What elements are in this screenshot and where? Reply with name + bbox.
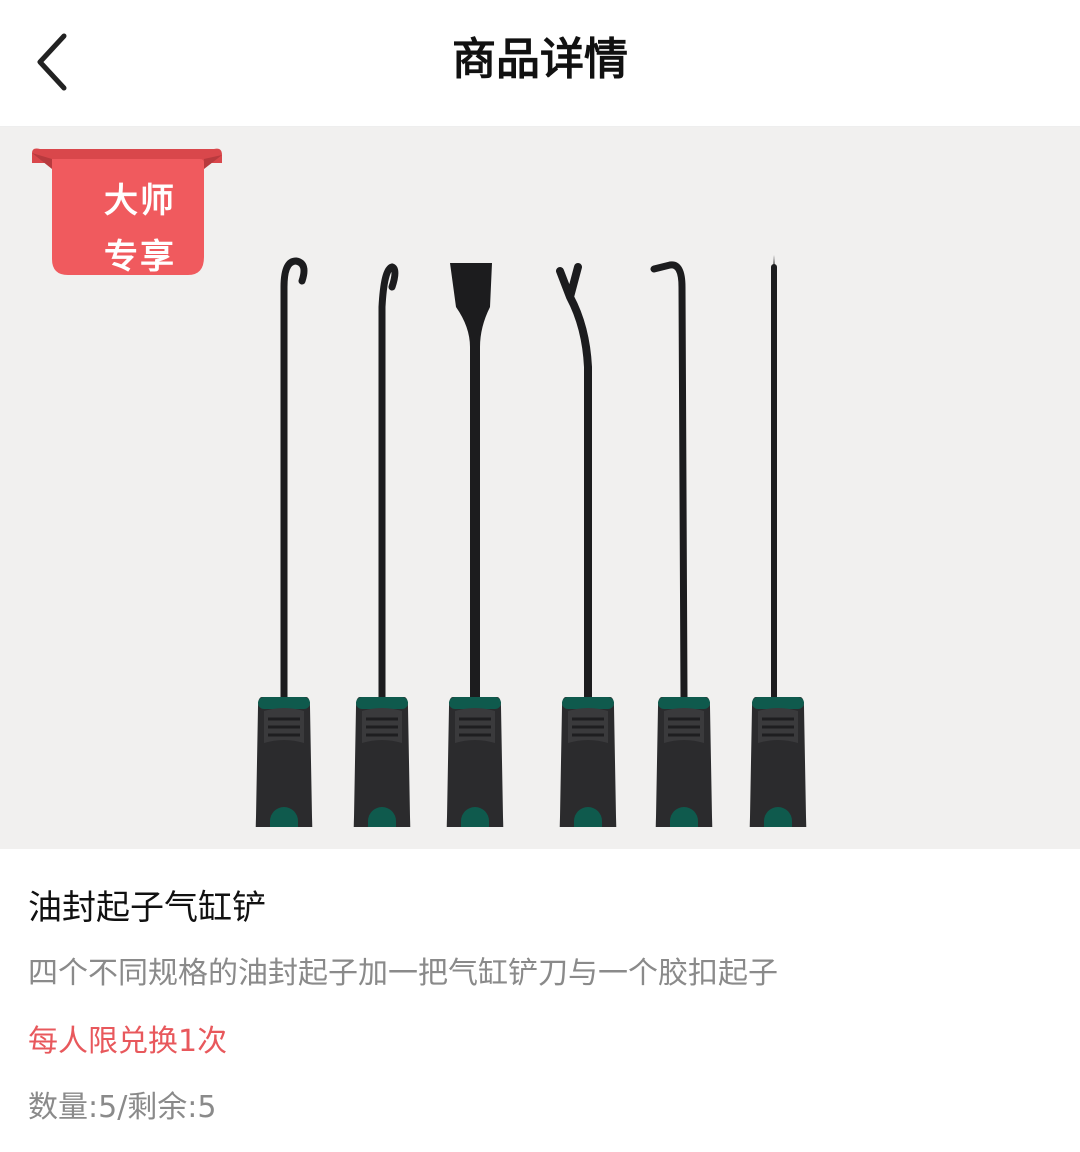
quantity-remaining: 数量:5/剩余:5 — [28, 1090, 217, 1125]
product-image: 大师 专享 — [0, 127, 1080, 849]
product-description: 四个不同规格的油封起子加一把气缸铲刀与一个胶扣起子 — [28, 956, 778, 991]
hook-pick-tool-2 — [352, 263, 412, 827]
straight-awl-tool — [748, 255, 808, 827]
angled-hook-tool — [650, 261, 714, 827]
header-bar: 商品详情 — [0, 0, 1080, 127]
product-name: 油封起子气缸铲 — [28, 888, 266, 928]
master-exclusive-badge: 大师 专享 — [28, 147, 224, 279]
badge-line-1: 大师 — [104, 181, 176, 221]
tool-set-illustration — [254, 255, 808, 827]
page-title: 商品详情 — [452, 34, 628, 85]
gasket-scraper-tool — [445, 263, 505, 827]
fork-pry-tool — [556, 263, 618, 827]
badge-text: 大师 专享 — [80, 173, 200, 285]
redeem-limit: 每人限兑换1次 — [28, 1024, 228, 1059]
hook-pick-tool-1 — [254, 257, 314, 827]
badge-line-2: 专享 — [104, 237, 176, 277]
